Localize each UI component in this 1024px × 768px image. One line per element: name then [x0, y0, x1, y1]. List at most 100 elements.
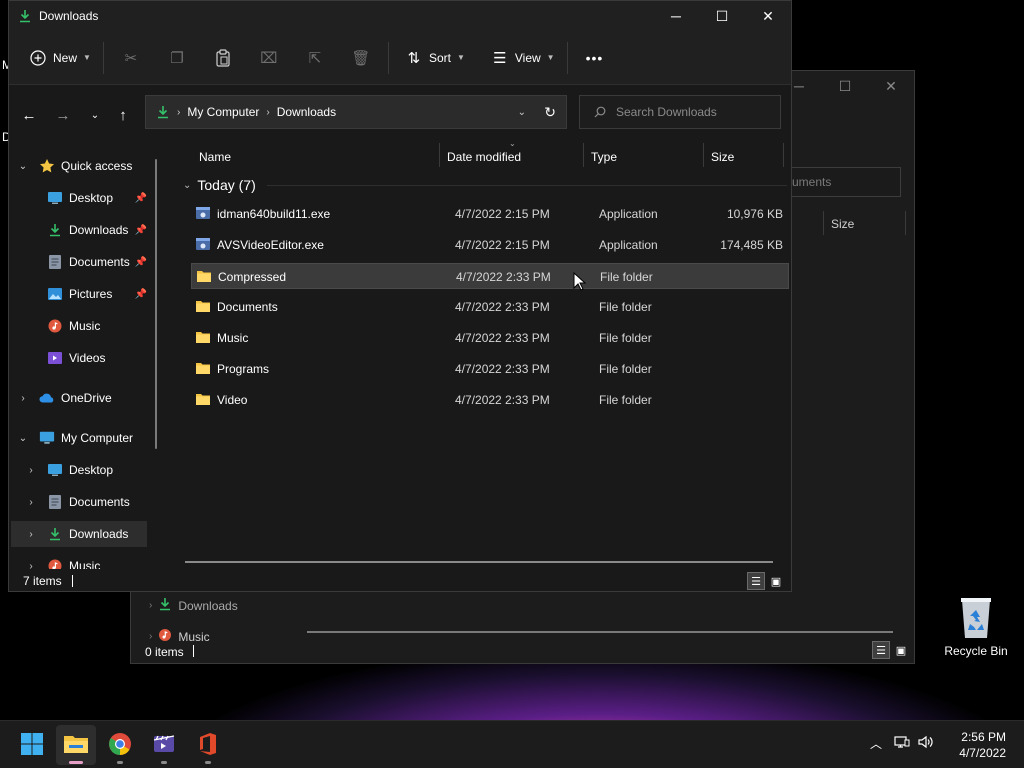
details-view-button[interactable]: ☰ — [747, 572, 765, 590]
taskbar-office[interactable] — [188, 725, 228, 765]
sidebar-scrollbar[interactable] — [155, 159, 157, 449]
recycle-bin-label: Recycle Bin — [944, 644, 1008, 658]
column-header-size[interactable]: Size — [711, 147, 734, 167]
pin-icon[interactable]: 📌 — [135, 289, 147, 300]
view-button[interactable]: ☰ View ▼ — [483, 42, 563, 74]
file-row[interactable]: AVSVideoEditor.exe 4/7/2022 2:15 PM Appl… — [191, 232, 789, 258]
file-row[interactable]: idman640build11.exe 4/7/2022 2:15 PM App… — [191, 201, 789, 227]
horizontal-scrollbar[interactable] — [307, 631, 893, 633]
address-dropdown-chevron-icon[interactable]: ⌄ — [518, 107, 526, 118]
column-header-type[interactable]: Type — [591, 147, 617, 167]
explorer-window[interactable]: Downloads ─ ☐ ✕ New ▼ ✂ ❐ ⌧ ⇱ 🗑 ⇅ Sort ▼… — [8, 0, 792, 592]
refresh-icon[interactable]: ↻ — [544, 104, 556, 121]
chevron-down-icon[interactable]: ⌄ — [183, 180, 191, 191]
breadcrumb-my-computer[interactable]: My Computer — [187, 105, 259, 119]
copy-button[interactable]: ❐ — [154, 42, 200, 74]
column-header-date-modified[interactable]: Date modified — [447, 147, 521, 167]
taskbar-file-explorer[interactable] — [56, 725, 96, 765]
system-clock[interactable]: 2:56 PM 4/7/2022 — [959, 729, 1006, 761]
maximize-button[interactable]: ☐ — [822, 71, 868, 101]
sidebar-item-videos[interactable]: Videos — [47, 345, 147, 371]
column-divider[interactable] — [439, 143, 440, 167]
pin-icon[interactable]: 📌 — [135, 257, 147, 268]
sidebar-item-onedrive[interactable]: › OneDrive — [17, 385, 157, 411]
sidebar-item-label: OneDrive — [61, 391, 112, 405]
file-row[interactable]: Programs 4/7/2022 2:33 PM File folder — [191, 356, 789, 382]
download-icon — [156, 105, 170, 119]
sidebar-item-downloads[interactable]: Downloads 📌 — [47, 217, 147, 243]
close-button[interactable]: ✕ — [745, 1, 791, 31]
sidebar-item-quick-access[interactable]: ⌄ Quick access — [17, 153, 157, 179]
tiles-view-button[interactable]: ▣ — [767, 572, 785, 590]
more-options-button[interactable]: ••• — [578, 42, 612, 74]
navigation-pane[interactable]: ⌄ Quick access Desktop 📌 Downloads 📌 Doc — [9, 139, 166, 569]
sidebar-item-desktop[interactable]: › Desktop — [25, 457, 155, 483]
sidebar-item-my-computer[interactable]: ⌄ My Computer — [17, 425, 157, 451]
taskbar: ︿ 2:56 PM 4/7/2022 — [0, 720, 1024, 768]
close-button[interactable]: ✕ — [868, 71, 914, 101]
chevron-right-icon[interactable]: › — [25, 465, 37, 476]
new-button[interactable]: New ▼ — [21, 42, 99, 74]
taskbar-video-editor[interactable] — [144, 725, 184, 765]
chevron-down-icon: ▼ — [456, 53, 465, 62]
paste-button[interactable] — [200, 42, 246, 74]
chevron-up-icon[interactable]: ︿ — [870, 735, 882, 752]
sidebar-item-downloads-selected[interactable]: › Downloads — [11, 521, 147, 547]
star-icon — [39, 158, 55, 174]
sidebar-item-music[interactable]: Music — [47, 313, 147, 339]
background-size-header[interactable]: Size — [831, 217, 854, 231]
background-sidebar-item-downloads[interactable]: › Downloads — [149, 597, 238, 614]
chevron-right-icon[interactable]: › — [25, 529, 37, 540]
background-search-input[interactable]: cuments — [781, 167, 901, 197]
column-header-name[interactable]: Name — [199, 147, 231, 167]
title-bar[interactable]: Downloads ─ ☐ ✕ — [9, 1, 791, 31]
back-arrow-icon[interactable]: ← — [17, 103, 41, 127]
file-row[interactable]: Video 4/7/2022 2:33 PM File folder — [191, 387, 789, 413]
recent-locations-chevron-icon[interactable]: ⌄ — [83, 103, 107, 127]
sidebar-item-pictures[interactable]: Pictures 📌 — [47, 281, 147, 307]
sort-button[interactable]: ⇅ Sort ▼ — [397, 42, 473, 74]
chevron-right-icon[interactable]: › — [25, 497, 37, 508]
up-arrow-icon[interactable]: ↑ — [111, 103, 135, 127]
sidebar-item-music[interactable]: › Music — [25, 553, 155, 569]
recycle-bin-shortcut[interactable]: Recycle Bin — [944, 594, 1008, 658]
network-icon[interactable] — [894, 735, 910, 752]
chevron-down-icon[interactable]: ⌄ — [17, 161, 29, 172]
file-row[interactable]: Documents 4/7/2022 2:33 PM File folder — [191, 294, 789, 320]
file-row-selected[interactable]: Compressed 4/7/2022 2:33 PM File folder — [191, 263, 789, 289]
column-divider[interactable] — [783, 143, 784, 167]
horizontal-scrollbar[interactable] — [185, 561, 773, 563]
sidebar-item-desktop[interactable]: Desktop 📌 — [47, 185, 147, 211]
file-row[interactable]: Music 4/7/2022 2:33 PM File folder — [191, 325, 789, 351]
pin-icon[interactable]: 📌 — [135, 225, 147, 236]
details-view-button[interactable]: ☰ — [872, 641, 890, 659]
chevron-right-icon[interactable]: › — [17, 393, 29, 404]
cut-button[interactable]: ✂ — [108, 42, 154, 74]
delete-button[interactable]: 🗑 — [338, 42, 384, 74]
sidebar-item-documents[interactable]: Documents 📌 — [47, 249, 147, 275]
minimize-button[interactable]: ─ — [653, 1, 699, 31]
breadcrumb-downloads[interactable]: Downloads — [277, 105, 336, 119]
chevron-down-icon[interactable]: ⌄ — [17, 433, 29, 444]
sidebar-item-documents[interactable]: › Documents — [25, 489, 155, 515]
file-date: 4/7/2022 2:33 PM — [455, 362, 550, 376]
tiles-view-button[interactable]: ▣ — [892, 641, 910, 659]
column-divider[interactable] — [583, 143, 584, 167]
maximize-button[interactable]: ☐ — [699, 1, 745, 31]
column-divider[interactable] — [703, 143, 704, 167]
address-bar[interactable]: › My Computer › Downloads ⌄ ↻ — [145, 95, 567, 129]
file-list[interactable]: Name ⌄ Date modified Type Size ⌄ Today (… — [177, 139, 793, 569]
search-input[interactable]: Search Downloads — [579, 95, 781, 129]
column-divider[interactable] — [823, 211, 824, 235]
rename-button[interactable]: ⌧ — [246, 42, 292, 74]
forward-arrow-icon[interactable]: → — [51, 103, 75, 127]
chevron-right-icon[interactable]: › — [25, 561, 37, 570]
pin-icon[interactable]: 📌 — [135, 193, 147, 204]
share-button[interactable]: ⇱ — [292, 42, 338, 74]
group-header-today[interactable]: ⌄ Today (7) — [183, 177, 256, 193]
volume-icon[interactable] — [918, 735, 934, 752]
start-button[interactable] — [12, 725, 52, 765]
taskbar-chrome[interactable] — [100, 725, 140, 765]
column-divider[interactable] — [905, 211, 906, 235]
background-sidebar-item-music[interactable]: › Music — [149, 628, 210, 645]
